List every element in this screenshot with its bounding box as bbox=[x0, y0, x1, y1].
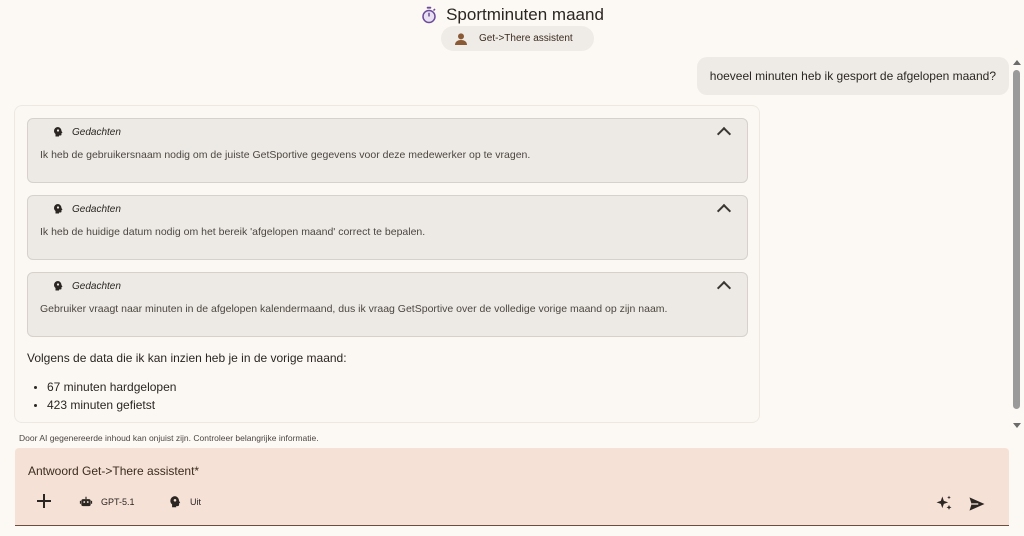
thought-title: Gedachten bbox=[72, 280, 121, 292]
brain-icon bbox=[54, 204, 63, 214]
answer-list: 67 minuten hardgelopen 423 minuten gefie… bbox=[33, 378, 177, 414]
thought-body: Gebruiker vraagt naar minuten in de afge… bbox=[40, 303, 668, 315]
chevron-up-icon[interactable] bbox=[716, 280, 732, 296]
chevron-up-icon[interactable] bbox=[716, 126, 732, 142]
reasoning-label: Uit bbox=[190, 497, 201, 507]
thought-body: Ik heb de gebruikersnaam nodig om de jui… bbox=[40, 149, 531, 161]
thought-title: Gedachten bbox=[72, 126, 121, 138]
scrollbar-thumb[interactable] bbox=[1013, 70, 1020, 409]
thought-header[interactable]: Gedachten bbox=[52, 203, 121, 215]
scroll-up-arrow-icon[interactable] bbox=[1013, 60, 1021, 65]
person-icon bbox=[455, 32, 467, 45]
thought-panel[interactable]: Gedachten Ik heb de gebruikersnaam nodig… bbox=[27, 118, 748, 183]
thought-header[interactable]: Gedachten bbox=[52, 280, 121, 292]
thought-panel[interactable]: Gedachten Gebruiker vraagt naar minuten … bbox=[27, 272, 748, 337]
agent-chip-label: Get->There assistent bbox=[479, 33, 573, 44]
scroll-down-arrow-icon[interactable] bbox=[1013, 423, 1021, 428]
scrollbar[interactable] bbox=[1012, 60, 1021, 428]
title-row: Sportminuten maand bbox=[0, 5, 1024, 25]
brain-icon bbox=[54, 127, 63, 137]
page-title: Sportminuten maand bbox=[446, 5, 604, 24]
list-item: 67 minuten hardgelopen bbox=[33, 380, 177, 394]
chevron-up-icon[interactable] bbox=[716, 203, 732, 219]
thought-header[interactable]: Gedachten bbox=[52, 126, 121, 138]
thought-title: Gedachten bbox=[72, 203, 121, 215]
composer-input[interactable]: Antwoord Get->There assistent* bbox=[28, 464, 199, 478]
chat-header: Sportminuten maand Get->There assistent bbox=[0, 0, 1024, 56]
agent-chip[interactable]: Get->There assistent bbox=[441, 26, 594, 51]
model-label: GPT-5.1 bbox=[101, 497, 135, 507]
list-item: 423 minuten gefietst bbox=[33, 396, 176, 414]
message-composer[interactable]: Antwoord Get->There assistent* GPT-5.1 U… bbox=[15, 448, 1009, 526]
send-icon[interactable] bbox=[967, 494, 987, 514]
plus-icon[interactable] bbox=[37, 494, 51, 508]
brain-icon bbox=[54, 281, 63, 291]
model-selector-button[interactable]: GPT-5.1 bbox=[79, 495, 135, 509]
user-message: hoeveel minuten heb ik gesport de afgelo… bbox=[696, 57, 1009, 95]
sparkle-icon[interactable] bbox=[934, 494, 954, 514]
assistant-message: Gedachten Ik heb de gebruikersnaam nodig… bbox=[14, 105, 760, 423]
brain-icon bbox=[170, 496, 181, 508]
robot-icon bbox=[79, 496, 93, 507]
stopwatch-icon bbox=[422, 6, 436, 24]
ai-disclaimer: Door AI gegenereerde inhoud kan onjuist … bbox=[19, 433, 319, 443]
thought-panel[interactable]: Gedachten Ik heb de huidige datum nodig … bbox=[27, 195, 748, 260]
thought-body: Ik heb de huidige datum nodig om het ber… bbox=[40, 226, 426, 238]
reasoning-toggle-button[interactable]: Uit bbox=[168, 495, 201, 509]
answer-intro: Volgens de data die ik kan inzien heb je… bbox=[27, 351, 347, 365]
